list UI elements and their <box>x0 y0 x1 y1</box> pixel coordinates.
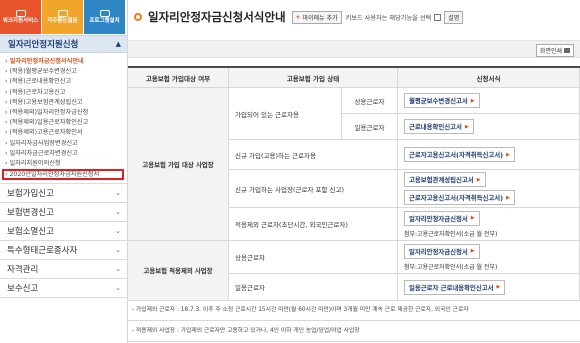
col-header-target: 고용보험 가입대상 여부 <box>128 68 229 88</box>
arrow-right-icon: ▶ <box>470 97 475 104</box>
form-cell: 일자리안정자금신청서 ▶ 첨부:고용근로자확인서(소급 월 전부) <box>398 241 580 274</box>
group-label-excluded-site: 고용보험 적용제외 사업장 <box>128 241 229 301</box>
row-label-excluded-worker: 적용제외 근로자(초단시간, 외국인근로자) <box>229 208 398 241</box>
chevron-down-icon: ⌄ <box>115 284 121 293</box>
quick-link-work-support[interactable]: 워크지원서비스 <box>0 0 42 34</box>
sidebar: 워크지원서비스 자주묻는질문 프로그램설치 일자리안정지원신청 ▲ › 일자리안… <box>0 0 128 343</box>
keyboard-checkbox[interactable] <box>434 13 442 21</box>
question-icon <box>57 9 68 17</box>
notes: - 가입제외 근로자 : 18.7.3. 이후 주 소정 근로시간 15시간 미… <box>128 300 580 342</box>
chevron-down-icon: ⌄ <box>115 208 121 217</box>
sidebar-item-excluded-confirm[interactable]: › (적용제외)고용근로자확인서 <box>5 128 123 138</box>
note-excluded-site: - 적용제외 사업장 : 가입제외 근로자만 고용하고 있거나, 4인 이하 개… <box>128 321 580 342</box>
insurance-establish-form-button[interactable]: 고용보험관계성립신고서 ▶ <box>404 172 486 187</box>
col-header-status: 고용보험 가입 상태 <box>229 68 398 88</box>
daily-work-confirm-button[interactable]: 일용근로자 근로내용확인신고서 ▶ <box>404 279 506 295</box>
plus-icon: + <box>295 13 301 21</box>
sidebar-item-wage-report[interactable]: 보수신고 ⌄ <box>0 279 127 299</box>
sidebar-section-header[interactable]: 일자리안정지원신청 ▲ <box>0 35 127 53</box>
form-guide-table: 고용보험 가입대상 여부 고용보험 가입 상태 신청서식 고용보험 가입 대상 … <box>128 66 580 301</box>
form-cell: 근로자고용신고서(자격취득신고서) ▶ <box>398 140 580 170</box>
title-bullet-icon <box>134 13 142 21</box>
form-cell: 월평균보수변경신고서 ▶ <box>398 88 580 114</box>
fund-application-button[interactable]: 일자리안정자금신청서 ▶ <box>404 210 480 226</box>
sidebar-item-special-worker[interactable]: 특수형태근로종사자 ⌄ <box>0 241 127 261</box>
print-screen-button[interactable]: 화면인쇄 <box>535 44 574 57</box>
arrow-right-icon: ▶ <box>470 248 475 254</box>
sidebar-item-insurance-join[interactable]: 보험가입신고 ⌄ <box>0 184 127 204</box>
sidebar-item-work-confirm[interactable]: › (적용)근로내용확인신고 <box>5 77 123 87</box>
row-label-regular: 상용근로자 <box>342 88 398 114</box>
form-cell: 일용근로자 근로내용확인신고서 ▶ <box>398 274 580 301</box>
chevron-down-icon: ⌄ <box>115 189 121 198</box>
monitor-icon <box>15 9 26 17</box>
sidebar-item-insurance-establish[interactable]: › (적용)고용보험관계성립신고 <box>5 98 123 108</box>
attachment-note: 첨부:고용근로자확인서(소급 월 전부) <box>404 230 498 238</box>
quick-link-faq[interactable]: 자주묻는질문 <box>42 0 84 34</box>
sidebar-item-excluded-fund[interactable]: › (적용제외)일자리안정자금신청 <box>5 108 123 118</box>
arrow-right-icon: ▶ <box>496 284 501 290</box>
quick-links: 워크지원서비스 자주묻는질문 프로그램설치 <box>0 0 127 34</box>
sidebar-section-title: 일자리안정지원신청 <box>8 40 79 50</box>
row-label-daily: 일용근로자 <box>342 114 398 140</box>
arrow-right-icon: ▶ <box>476 176 481 183</box>
quick-link-program-install[interactable]: 프로그램설치 <box>84 0 126 34</box>
main-content: 일자리안정자금신청서식안내 + 마이메뉴 추가 키보드 사용자는 해당기능을 선… <box>128 0 580 343</box>
work-confirm-form-button[interactable]: 근로내용확인신고서 ▶ <box>404 119 474 134</box>
add-my-menu-button[interactable]: + 마이메뉴 추가 <box>291 10 342 24</box>
sidebar-item-form-guide[interactable]: › 일자리안정자금신청서식안내 <box>5 57 123 67</box>
sidebar-item-insurance-change[interactable]: 보험변경신고 ⌄ <box>0 203 127 223</box>
group-label-covered-site: 고용보험 가입 대상 사업장 <box>128 88 229 241</box>
sidebar-item-insurance-end[interactable]: 보험소멸신고 ⌄ <box>0 222 127 242</box>
form-cell: 근로내용확인신고서 ▶ <box>398 114 580 140</box>
arrow-right-icon: ▶ <box>506 194 510 201</box>
keyboard-hint: 키보드 사용자는 해당기능을 선택 <box>345 14 432 22</box>
note-excluded-worker: - 가입제외 근로자 : 18.7.3. 이후 주 소정 근로시간 15시간 미… <box>128 300 580 321</box>
sidebar-submenu: › 일자리안정자금신청서식안내 › (적용)월평균보수변경신고 › (적용)근로… <box>0 53 127 183</box>
sidebar-item-wage-change[interactable]: › (적용)월평균보수변경신고 <box>5 67 123 77</box>
description-button[interactable]: 설명 <box>444 10 464 24</box>
sidebar-item-hire-report[interactable]: › (적용)근로자고용신고 <box>5 88 123 98</box>
sidebar-item-excluded-daily[interactable]: › (적용제외)일용근로자확인신고 <box>5 118 123 128</box>
sidebar-item-qualification[interactable]: 자격관리 ⌄ <box>0 260 127 280</box>
sidebar-item-site-change[interactable]: › 일자리자금사업장변경신고 <box>5 139 123 149</box>
row-label-new-site: 신규 가입하는 사업장(근로자 포함 신고) <box>229 170 398 208</box>
title-bar: 일자리안정자금신청서식안내 + 마이메뉴 추가 키보드 사용자는 해당기능을 선… <box>128 0 580 34</box>
row-label-g2-regular: 상용근로자 <box>229 241 398 274</box>
attachment-note-2: 첨부:고용근로자확인서(소급 월 전부) <box>404 263 498 271</box>
sidebar-item-worker-change[interactable]: › 일자리자금근로자변경신고 <box>5 149 123 159</box>
hire-report-form-button[interactable]: 근로자고용신고서(자격취득신고서) ▶ <box>404 147 515 162</box>
row-label-new-worker: 신규 가입(고용)하는 근로자용 <box>229 140 398 170</box>
form-cell: 고용보험관계성립신고서 ▶ 근로자고용신고서(자격취득신고서) ▶ <box>398 170 580 208</box>
row-label-employed: 가입되어 있는 근로자용 <box>229 88 342 140</box>
wage-change-form-button[interactable]: 월평균보수변경신고서 ▶ <box>404 93 480 108</box>
download-icon <box>99 9 110 17</box>
printer-icon <box>564 48 570 53</box>
chevron-down-icon: ⌄ <box>115 227 121 236</box>
arrow-right-icon: ▶ <box>470 215 475 221</box>
chevron-down-icon: ⌄ <box>115 246 121 255</box>
sidebar-main-menu: 보험가입신고 ⌄ 보험변경신고 ⌄ 보험소멸신고 ⌄ 특수형태근로종사자 ⌄ 자격관리 ⌄… <box>0 183 127 299</box>
toolbar-strip: 화면인쇄 <box>128 40 580 58</box>
sidebar-item-objection[interactable]: › 일자리지원이의신청 <box>5 159 123 169</box>
chevron-down-icon: ⌄ <box>115 265 121 274</box>
sidebar-item-2020-application[interactable]: › 2020년일자리안정자금지원신청서 <box>2 169 124 181</box>
arrow-right-icon: ▶ <box>506 151 510 158</box>
col-header-forms: 신청서식 <box>398 68 580 88</box>
chevron-up-icon: ▲ <box>115 40 121 48</box>
form-cell: 일자리안정자금신청서 ▶ 첨부:고용근로자확인서(소급 월 전부) <box>398 208 580 241</box>
arrow-right-icon: ▶ <box>464 123 469 130</box>
fund-application-button-2[interactable]: 일자리안정자금신청서 ▶ <box>404 243 480 259</box>
row-label-g2-daily: 일용근로자 <box>229 274 398 301</box>
hire-report-form-button-2[interactable]: 근로자고용신고서(자격취득신고서) ▶ <box>404 190 515 205</box>
page-title: 일자리안정자금신청서식안내 <box>148 10 286 24</box>
